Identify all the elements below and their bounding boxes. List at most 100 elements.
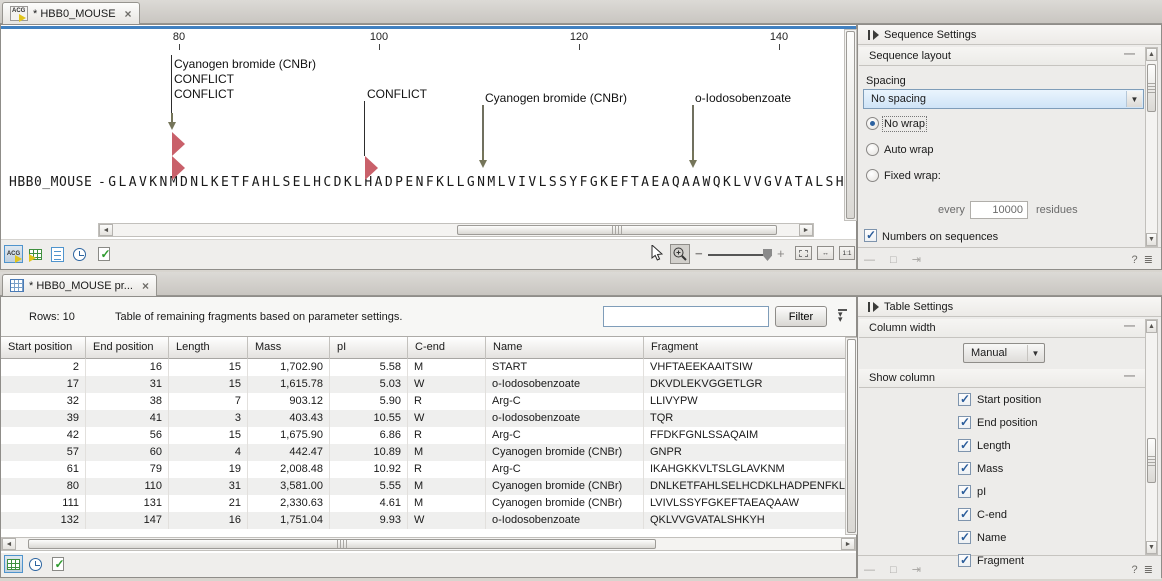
table-view-mode-button[interactable] (4, 555, 23, 573)
column-width-group-header[interactable]: Column width — (859, 319, 1145, 338)
zoom-selection-button[interactable] (795, 246, 812, 260)
zoom-out-icon[interactable]: − (695, 246, 703, 261)
show-column-group-header[interactable]: Show column — (859, 369, 1145, 388)
scroll-down-icon[interactable]: ▼ (1146, 541, 1157, 554)
wrap-option-radio[interactable] (866, 117, 879, 130)
filter-input[interactable] (603, 306, 769, 327)
scroll-left-icon[interactable]: ◄ (2, 538, 16, 550)
conflict-marker-icon[interactable] (365, 156, 378, 180)
table-hscrollbar[interactable]: ◄ ► (1, 537, 856, 551)
table-cell: 132 (1, 512, 86, 529)
numbers-on-sequences-checkbox[interactable] (864, 229, 877, 242)
column-header-fragment[interactable]: Fragment (644, 337, 846, 359)
element-info-view-button[interactable] (48, 555, 67, 573)
hscroll-thumb[interactable] (28, 539, 656, 549)
filter-options-icon[interactable]: ▾ ▾ (835, 307, 850, 325)
cleavage-marker-icon[interactable] (168, 113, 177, 130)
show-column-checkbox[interactable] (958, 462, 971, 475)
column-header-end-position[interactable]: End position (86, 337, 169, 359)
fixed-wrap-residues-input[interactable] (970, 201, 1028, 219)
ruler-tick-mark (379, 44, 380, 50)
show-column-checkbox[interactable] (958, 485, 971, 498)
cleavage-marker-icon[interactable] (479, 151, 488, 168)
sequence-hscrollbar[interactable]: ◄ ► (98, 223, 814, 237)
panel-dock-icons[interactable]: — □ ⇥ (864, 253, 927, 266)
sequence-text[interactable]: -GLAVKNMDNLKETFAHLSELHCDKLHADPENFKLLGNML… (98, 175, 856, 190)
table-row[interactable]: 216151,702.905.58MSTARTVHFTAEEKAAITSIW (1, 359, 846, 376)
table-row[interactable]: 132147161,751.049.93Wo-IodosobenzoateQKL… (1, 512, 846, 529)
settings-vscrollbar[interactable]: ▲ ▼ (1145, 47, 1158, 247)
table-row[interactable]: 57604442.4710.89MCyanogen bromide (CNBr)… (1, 444, 846, 461)
zoom-100-button[interactable]: 1:1 (839, 246, 855, 260)
show-column-checkbox[interactable] (958, 531, 971, 544)
panel-dock-icons[interactable]: — □ ⇥ (864, 563, 927, 576)
vscroll-thumb[interactable] (1147, 64, 1156, 112)
scroll-right-icon[interactable]: ► (799, 224, 813, 236)
scroll-down-icon[interactable]: ▼ (1146, 233, 1157, 246)
show-column-checkbox[interactable] (958, 554, 971, 567)
collapse-group-icon[interactable]: — (1124, 320, 1135, 332)
help-icon[interactable]: ? (1132, 564, 1138, 576)
panel-menu-icon[interactable]: ≣ (1144, 564, 1153, 576)
settings-vscrollbar[interactable]: ▲ ▼ (1145, 319, 1158, 555)
scroll-right-icon[interactable]: ► (841, 538, 855, 550)
table-row[interactable]: 6179192,008.4810.92RArg-CIKAHGKKVLTSLGLA… (1, 461, 846, 478)
column-header-length[interactable]: Length (169, 337, 248, 359)
sequence-vscrollbar[interactable] (844, 29, 857, 221)
filter-button[interactable]: Filter (775, 306, 827, 327)
sequence-view-mode-button[interactable]: ACG (4, 245, 23, 263)
zoom-tool-button[interactable] (670, 244, 690, 264)
table-row[interactable]: 32387903.125.90RArg-CLLIVYPW (1, 393, 846, 410)
tab-hbb0-mouse-table[interactable]: * HBB0_MOUSE pr... × (2, 274, 157, 296)
show-column-checkbox[interactable] (958, 416, 971, 429)
spacing-dropdown[interactable]: No spacing ▼ (863, 89, 1144, 109)
column-header-mass[interactable]: Mass (248, 337, 330, 359)
show-column-checkbox[interactable] (958, 508, 971, 521)
scroll-left-icon[interactable]: ◄ (99, 224, 113, 236)
column-header-c-end[interactable]: C-end (408, 337, 486, 359)
hscroll-thumb[interactable] (457, 225, 777, 235)
annotation-line (482, 105, 484, 153)
element-info-view-button[interactable] (94, 245, 113, 263)
wrap-option-radio[interactable] (866, 169, 879, 182)
table-row[interactable]: 80110313,581.005.55MCyanogen bromide (CN… (1, 478, 846, 495)
help-icon[interactable]: ? (1132, 254, 1138, 266)
conflict-marker-icon[interactable] (172, 156, 185, 180)
fit-width-button[interactable]: ↔ (817, 246, 834, 260)
column-width-dropdown[interactable]: Manual ▼ (963, 343, 1045, 363)
history-view-button[interactable] (70, 245, 89, 263)
scroll-up-icon[interactable]: ▲ (1146, 320, 1157, 333)
column-header-pi[interactable]: pI (330, 337, 408, 359)
column-header-start-position[interactable]: Start position (1, 337, 86, 359)
text-view-button[interactable] (48, 245, 67, 263)
table-row[interactable]: 111131212,330.634.61MCyanogen bromide (C… (1, 495, 846, 512)
table-settings-header[interactable]: Table Settings (858, 297, 1161, 317)
vscroll-thumb[interactable] (846, 31, 855, 219)
cleavage-marker-icon[interactable] (689, 151, 698, 168)
table-row[interactable]: 39413403.4310.55Wo-IodosobenzoateTQR (1, 410, 846, 427)
extract-table-view-button[interactable] (26, 245, 45, 263)
table-row[interactable]: 1731151,615.785.03Wo-IodosobenzoateDKVDL… (1, 376, 846, 393)
zoom-slider-handle[interactable] (763, 249, 772, 261)
panel-menu-icon[interactable]: ≣ (1144, 254, 1153, 266)
wrap-option-radio[interactable] (866, 143, 879, 156)
sequence-settings-header[interactable]: Sequence Settings (858, 25, 1161, 45)
table-row[interactable]: 4256151,675.906.86RArg-CFFDKFGNLSSAQAIM (1, 427, 846, 444)
selection-tool-button[interactable] (651, 245, 666, 263)
vscroll-thumb[interactable] (1147, 438, 1156, 483)
scroll-up-icon[interactable]: ▲ (1146, 48, 1157, 61)
conflict-marker-icon[interactable] (172, 132, 185, 156)
show-column-checkbox[interactable] (958, 439, 971, 452)
show-column-checkbox[interactable] (958, 393, 971, 406)
collapse-group-icon[interactable]: — (1124, 370, 1135, 382)
tab-hbb0-mouse[interactable]: ACG * HBB0_MOUSE × (2, 2, 140, 24)
column-header-name[interactable]: Name (486, 337, 644, 359)
zoom-in-plus-icon[interactable]: + (777, 246, 785, 261)
tab-close-icon[interactable]: × (125, 7, 132, 21)
collapse-group-icon[interactable]: — (1124, 48, 1135, 60)
sequence-layout-group-header[interactable]: Sequence layout — (859, 47, 1145, 66)
zoom-slider[interactable] (708, 254, 770, 256)
history-view-button[interactable] (26, 555, 45, 573)
vscroll-thumb[interactable] (847, 339, 856, 533)
tab-close-icon[interactable]: × (142, 279, 149, 293)
